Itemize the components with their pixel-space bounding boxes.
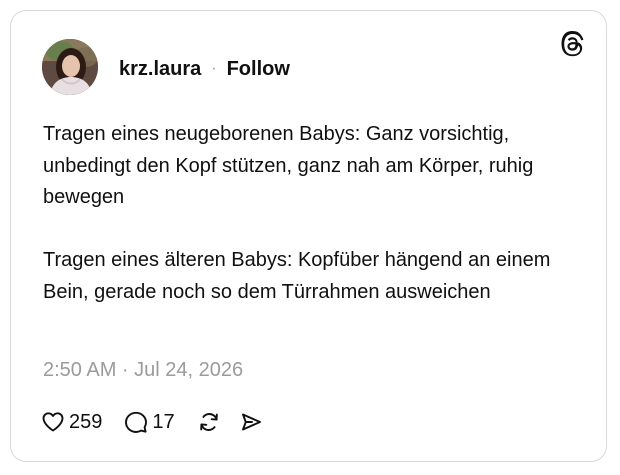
post-timestamp[interactable]: 2:50 AM · Jul 24, 2026 xyxy=(43,359,243,382)
reply-button[interactable]: 17 xyxy=(124,410,175,434)
reply-count: 17 xyxy=(152,410,175,433)
heart-icon xyxy=(42,412,64,432)
threads-logo-icon[interactable] xyxy=(559,31,585,57)
like-button[interactable]: 259 xyxy=(41,410,102,434)
username[interactable]: krz.laura xyxy=(119,58,201,81)
post-body: Tragen eines neugeborenen Babys: Ganz vo… xyxy=(43,119,583,308)
share-button[interactable] xyxy=(239,410,263,434)
repost-icon xyxy=(199,413,218,431)
avatar[interactable] xyxy=(42,39,98,95)
repost-button[interactable] xyxy=(197,410,221,434)
follow-button[interactable]: Follow xyxy=(227,58,290,81)
like-count: 259 xyxy=(69,410,103,433)
post-header: krz.laura · Follow xyxy=(119,55,290,83)
post-paragraph-2: Tragen eines älteren Babys: Kopfüber hän… xyxy=(43,249,551,303)
post-card: krz.laura · Follow Tragen eines neugebor… xyxy=(10,10,607,462)
header-separator: · xyxy=(211,60,217,77)
paper-plane-icon xyxy=(241,413,261,431)
speech-bubble-icon xyxy=(125,411,148,433)
post-paragraph-1: Tragen eines neugeborenen Babys: Ganz vo… xyxy=(43,123,534,208)
action-bar: 259 17 xyxy=(41,407,263,437)
avatar-image xyxy=(42,39,98,95)
